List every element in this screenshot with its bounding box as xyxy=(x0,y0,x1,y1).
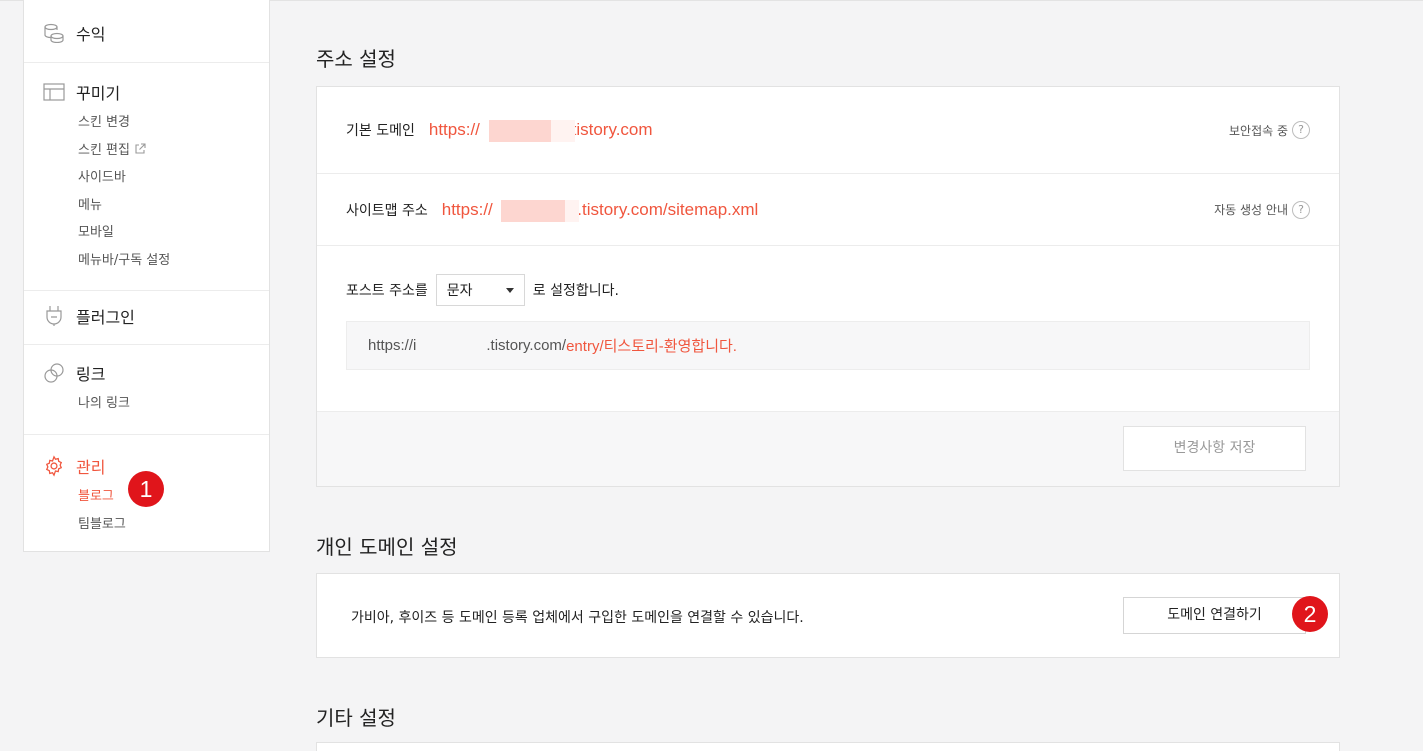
section-title-address: 주소 설정 xyxy=(316,47,396,71)
annotation-badge-2: 2 xyxy=(1292,596,1328,632)
sidebar-item-skin-edit[interactable]: 스킨 편집 xyxy=(78,137,269,165)
custom-domain-panel: 가비아, 후이즈 등 도메인 등록 업체에서 구입한 도메인을 연결할 수 있습… xyxy=(316,573,1340,658)
sidebar-item-sidebar[interactable]: 사이드바 xyxy=(78,164,269,192)
caret-down-icon xyxy=(505,287,514,293)
preview-mid: .tistory.com/ xyxy=(486,337,567,354)
autogen-label: 자동 생성 안내 xyxy=(1214,203,1288,217)
post-url-preview: https://i .tistory.com/entry/티스토리-환영합니다. xyxy=(346,321,1310,370)
redacted-block xyxy=(500,199,565,222)
url-prefix: https:// xyxy=(441,199,493,219)
url-suffix: .tistory.com xyxy=(566,120,653,139)
address-panel-footer: 변경사항 저장 xyxy=(317,411,1339,486)
secure-status: 보안접속 중 ? xyxy=(1229,121,1310,139)
help-icon[interactable]: ? xyxy=(1292,200,1310,219)
external-link-icon xyxy=(134,138,146,166)
sidebar: 수익 꾸미기 스킨 변경 스킨 편집 사이드바 메뉴 모바일 메뉴바/구독 설정 xyxy=(23,0,270,552)
post-address-label: 포스트 주소를 xyxy=(346,283,428,299)
post-address-line: 포스트 주소를 문자 로 설정합니다. xyxy=(346,274,1310,306)
preview-highlight: entry/티스토리-환영합니다. xyxy=(566,338,737,355)
sidebar-group-label: 수익 xyxy=(76,25,106,44)
etc-panel xyxy=(316,742,1340,751)
sidebar-item-menubar[interactable]: 메뉴바/구독 설정 xyxy=(78,247,269,275)
base-domain-row: 기본 도메인 https:// .tistory.com 보안접속 중 ? xyxy=(317,87,1339,174)
section-title-etc: 기타 설정 xyxy=(316,706,396,730)
sidebar-group-link: 링크 나의 링크 xyxy=(24,345,269,435)
sidebar-item-my-links[interactable]: 나의 링크 xyxy=(78,390,269,418)
url-suffix: s.tistory.com/sitemap.xml xyxy=(568,199,759,219)
url-prefix: https:// xyxy=(428,120,480,139)
sidebar-item-mobile[interactable]: 모바일 xyxy=(78,219,269,247)
help-icon[interactable]: ? xyxy=(1292,121,1310,139)
annotation-badge-1: 1 xyxy=(128,471,164,507)
sidebar-item-decorate[interactable]: 꾸미기 xyxy=(24,77,269,107)
sitemap-row: 사이트맵 주소 https:// s.tistory.com/sitemap.xm… xyxy=(317,174,1339,246)
sidebar-group-decorate: 꾸미기 스킨 변경 스킨 편집 사이드바 메뉴 모바일 메뉴바/구독 설정 xyxy=(24,63,269,291)
select-value: 문자 xyxy=(446,283,473,299)
custom-domain-description: 가비아, 후이즈 등 도메인 등록 업체에서 구입한 도메인을 연결할 수 있습… xyxy=(351,610,804,626)
sidebar-item-team-blog[interactable]: 팀블로그 xyxy=(78,511,269,539)
address-panel: 기본 도메인 https:// .tistory.com 보안접속 중 ? 사이트… xyxy=(316,86,1340,487)
section-title-custom-domain: 개인 도메인 설정 xyxy=(316,535,458,559)
sidebar-item-revenue[interactable]: 수익 xyxy=(24,18,269,48)
plug-icon xyxy=(43,305,65,327)
base-domain-url[interactable]: https:// .tistory.com xyxy=(428,120,653,142)
sidebar-item-label: 스킨 편집 xyxy=(78,142,130,158)
sidebar-submenu: 나의 링크 xyxy=(24,390,269,418)
secure-label: 보안접속 중 xyxy=(1228,123,1288,138)
sidebar-group-plugin: 플러그인 xyxy=(24,291,269,345)
post-address-block: 포스트 주소를 문자 로 설정합니다. https://i .tistory.co… xyxy=(317,246,1339,411)
sidebar-item-plugin[interactable]: 플러그인 xyxy=(24,301,269,331)
sidebar-group-label: 플러그인 xyxy=(76,308,135,327)
autogen-info: 자동 생성 안내 ? xyxy=(1214,200,1310,219)
sidebar-item-menu[interactable]: 메뉴 xyxy=(78,192,269,220)
sitemap-url[interactable]: https:// s.tistory.com/sitemap.xml xyxy=(441,199,759,222)
sidebar-group-label: 관리 xyxy=(76,458,106,477)
connect-domain-button[interactable]: 도메인 연결하기 xyxy=(1123,597,1306,634)
sidebar-group-label: 꾸미기 xyxy=(76,84,121,103)
sitemap-label: 사이트맵 주소 xyxy=(346,202,428,219)
layout-icon xyxy=(43,81,65,103)
post-address-select[interactable]: 문자 xyxy=(435,274,525,306)
sidebar-group-revenue: 수익 xyxy=(24,0,269,63)
gear-icon xyxy=(43,455,65,477)
base-domain-label: 기본 도메인 xyxy=(346,123,415,139)
sidebar-item-skin-change[interactable]: 스킨 변경 xyxy=(78,109,269,137)
coins-icon xyxy=(43,22,65,44)
sidebar-group-label: 링크 xyxy=(76,365,106,384)
redacted-block xyxy=(564,199,579,222)
sidebar-item-blog[interactable]: 블로그 xyxy=(78,483,269,511)
redacted-block xyxy=(550,120,575,142)
preview-prefix: https://i xyxy=(368,337,417,354)
sidebar-submenu: 스킨 변경 스킨 편집 사이드바 메뉴 모바일 메뉴바/구독 설정 xyxy=(24,109,269,274)
post-address-suffix: 로 설정합니다. xyxy=(532,283,619,299)
link-icon xyxy=(43,362,65,384)
save-changes-button[interactable]: 변경사항 저장 xyxy=(1123,426,1306,471)
sidebar-item-link[interactable]: 링크 xyxy=(24,358,269,388)
redacted-block xyxy=(488,120,551,142)
